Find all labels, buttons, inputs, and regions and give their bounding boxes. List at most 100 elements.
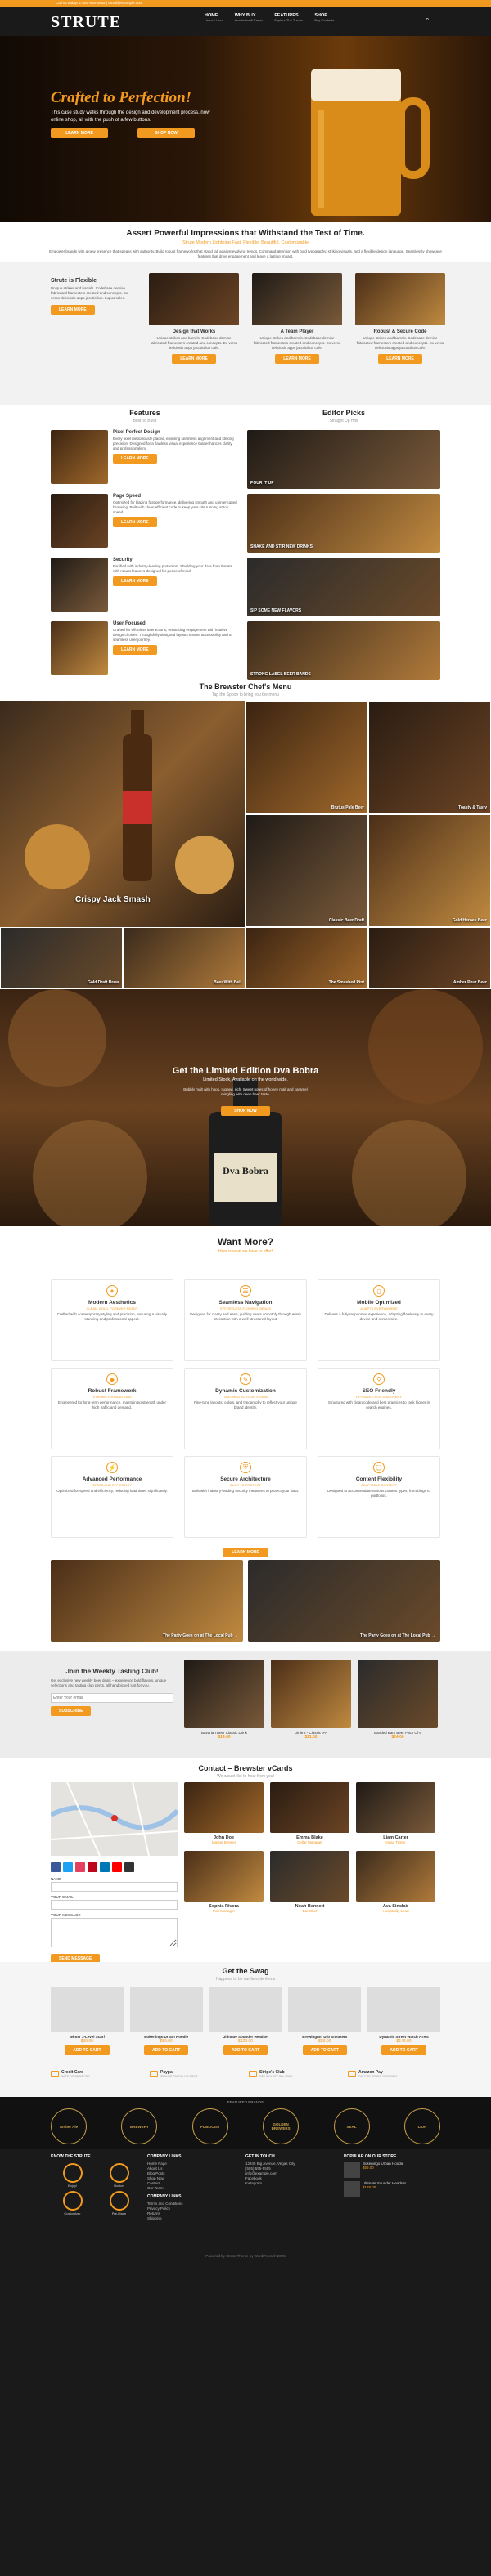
trio-image (149, 273, 239, 325)
editor-pick[interactable]: SIP SOME NEW FLAVORS (247, 558, 440, 616)
partner-logo[interactable]: BREWERY (121, 2108, 158, 2144)
add-to-cart-button[interactable]: ADD TO CART (65, 2045, 110, 2055)
club-subscribe-button[interactable]: SUBSCRIBE (51, 1706, 92, 1716)
menu-item[interactable]: Classic Beer Draft (246, 814, 368, 927)
want-card-icon: ✎ (240, 1373, 251, 1385)
partner-logo[interactable]: PUBLICIST (191, 2108, 228, 2144)
intro-subtitle: Strute Modern Lightning Fast, Flexible, … (182, 240, 309, 245)
menu-item[interactable]: The Smashed Pint (246, 927, 368, 989)
product-card[interactable]: Dirtie's - Classic IPA $11.00 (271, 1660, 351, 1740)
swag-item[interactable]: Ultimate Sounder Headset $129.00 ADD TO CA… (209, 1987, 282, 2055)
feature-button[interactable]: LEARN MORE (113, 576, 157, 586)
trio-button[interactable]: LEARN MORE (172, 354, 216, 364)
flexible-block: Strute is Flexible Unique strikes and ba… (51, 278, 133, 315)
team-card[interactable]: Sophia Rivera Pub Manager (184, 1851, 264, 1913)
swag-item[interactable]: Bokeningo Urban Hoodie $59.00 ADD TO CART (129, 1987, 203, 2055)
swag-item[interactable]: Winter 3-Level Scarf $39.00 ADD TO CART (51, 1987, 124, 2055)
footer: KNOW THE STRUTE Enjoy! Rocket Customizer Pr… (0, 2149, 491, 2576)
contact-fields: NAME YOUR EMAIL YOUR MESSAGE (51, 1877, 178, 1949)
team-card[interactable]: Noah Bennett Bar Chef (270, 1851, 349, 1913)
contact-header: Contact – Brewster vCards We would like … (0, 1764, 491, 1779)
flexible-button[interactable]: LEARN MORE (51, 305, 95, 315)
menu-feature-image[interactable]: Crispy Jack Smash (0, 701, 246, 927)
partner-logo[interactable]: LION (403, 2108, 440, 2144)
promo-shop-button[interactable]: SHOP NOW (221, 1106, 270, 1116)
menu-item[interactable]: Gold Heroes Beer (368, 814, 491, 927)
promo-bottle-label: Dva Bobra (223, 1165, 268, 1176)
payment-option: Credit Card SAFE PAYMENT FOR (51, 2070, 143, 2078)
menu-item[interactable]: Amber Pour Beer (368, 927, 491, 989)
footer-link[interactable]: Shipping (147, 2216, 237, 2221)
partner-logo[interactable]: Amber Ale (51, 2108, 87, 2144)
stat-label: Pre-Made (111, 2211, 127, 2215)
linkedin-icon[interactable] (100, 1862, 110, 1872)
message-field[interactable] (51, 1918, 178, 1947)
swag-subtitle: Happens to be our favorite items (215, 1977, 276, 1982)
swag-item[interactable]: Brewington Urb Sneakers $89.00 ADD TO CART (288, 1987, 362, 2055)
editor-pick[interactable]: STRONG LABEL BEER BANDS (247, 621, 440, 680)
party-banner[interactable]: The Party Goes on at The Local Pub → (51, 1560, 243, 1642)
popular-item[interactable]: Ultimate Sounder Headset $129.00 (344, 2181, 440, 2197)
want-learn-more-button[interactable]: LEARN MORE (223, 1548, 268, 1557)
swag-image (51, 1987, 124, 2032)
menu-item[interactable]: Gold Draft Brew (0, 927, 123, 989)
team-card[interactable]: Emma Blake Cellar Manager (270, 1782, 349, 1844)
want-card: ✦ Modern Aesthetics CLEAN, BOLD, FOREVER R… (51, 1279, 173, 1361)
popular-item[interactable]: Bokeningo Urban Hoodie $59.00 (344, 2162, 440, 2178)
menu-header: The Brewster Chef's Menu Tap the Spoon t… (0, 683, 491, 697)
team-grid: John Doe Master Brewer Emma Blake Cellar Ma… (184, 1782, 440, 1913)
twitter-icon[interactable] (63, 1862, 73, 1872)
youtube-icon[interactable] (112, 1862, 122, 1872)
menu-item[interactable]: Beer With Bell (123, 927, 246, 989)
club-email-input[interactable] (51, 1693, 173, 1703)
product-card[interactable]: Bavarian Beer Classic Drink $14.00 (184, 1660, 264, 1740)
feature-button[interactable]: LEARN MORE (113, 645, 157, 655)
product-card[interactable]: Banded Bark Beer Pack Of 6 $24.00 (358, 1660, 438, 1740)
feature-button[interactable]: LEARN MORE (113, 454, 157, 464)
hero-learn-more-button[interactable]: LEARN MORE (51, 128, 108, 138)
card-icon (348, 2071, 356, 2077)
trio-text: Unique strikes and barrels. Codebase dem… (253, 336, 341, 350)
nav-item-3[interactable]: SHOP Buy Products (314, 13, 334, 22)
partner-logo[interactable]: GOLDEN BREWERS (263, 2108, 300, 2144)
logo[interactable]: STRUTE (51, 13, 121, 32)
add-to-cart-button[interactable]: ADD TO CART (302, 2045, 347, 2055)
footer-col2b-title: COMPANY LINKS (147, 2194, 182, 2199)
editor-pick[interactable]: SHAKE AND STIR NEW DRINKS (247, 494, 440, 553)
feature-button[interactable]: LEARN MORE (113, 517, 157, 527)
payment-body: Amazon Pay PAY FOR ORDER SECURELY (358, 2070, 398, 2078)
add-to-cart-button[interactable]: ADD TO CART (144, 2045, 189, 2055)
map[interactable] (49, 1781, 180, 1857)
field-label: YOUR EMAIL (51, 1895, 74, 1899)
email-icon[interactable] (124, 1862, 134, 1872)
hero-shop-now-button[interactable]: SHOP NOW (137, 128, 195, 138)
nav-item-2[interactable]: FEATURES Explore The Theme (274, 13, 303, 22)
swag-item[interactable]: Dynamic Street Watch ATRS $149.00 ADD TO C… (367, 1987, 440, 2055)
avatar (356, 1851, 435, 1902)
pinterest-icon[interactable] (88, 1862, 97, 1872)
editor-picks-section: Editor Picks Straight Up Hits POUR IT UP… (247, 409, 440, 685)
instagram-icon[interactable] (75, 1862, 85, 1872)
nav-item-0[interactable]: HOME Home / Hero (205, 13, 223, 22)
team-card[interactable]: Ava Sinclair Hospitality Lead (356, 1851, 435, 1913)
team-card[interactable]: Liam Carter Head Taster (356, 1782, 435, 1844)
party-banner[interactable]: The Party Goes on at The Local Pub → (248, 1560, 440, 1642)
add-to-cart-button[interactable]: ADD TO CART (381, 2045, 426, 2055)
menu-item[interactable]: Toasty & Tasty (368, 701, 491, 814)
stat-label: Enjoy! (67, 2184, 78, 2188)
menu-item-label: Brutus Pale Beer (331, 805, 364, 810)
nav-item-1[interactable]: WHY BUY Aesthetics & Power (235, 13, 264, 22)
partner-logo[interactable]: SEAL (333, 2108, 370, 2144)
facebook-icon[interactable] (51, 1862, 61, 1872)
editor-pick[interactable]: POUR IT UP (247, 430, 440, 489)
add-to-cart-button[interactable]: ADD TO CART (223, 2045, 268, 2055)
contact-field[interactable] (51, 1900, 178, 1910)
search-icon[interactable]: ⌕ (426, 16, 429, 24)
menu-item[interactable]: Brutus Pale Beer (246, 701, 368, 814)
footer-link[interactable]: Our Team (147, 2186, 237, 2191)
partner-name: LION (417, 2124, 427, 2129)
contact-field[interactable] (51, 1882, 178, 1892)
team-card[interactable]: John Doe Master Brewer (184, 1782, 264, 1844)
trio-button[interactable]: LEARN MORE (275, 354, 319, 364)
trio-button[interactable]: LEARN MORE (378, 354, 422, 364)
